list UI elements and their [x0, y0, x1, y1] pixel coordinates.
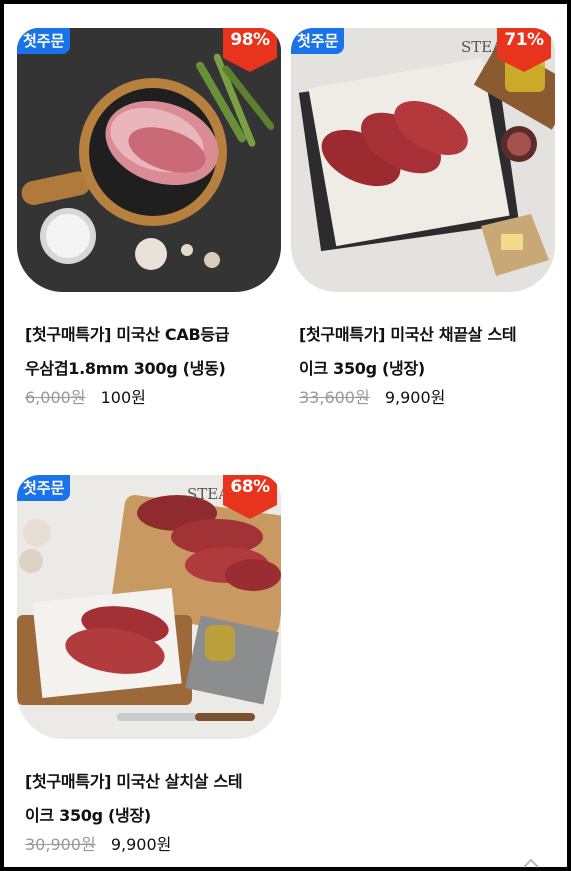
first-order-badge: 첫주문: [17, 28, 71, 54]
product-name-line: [첫구매특가] 미국산 CAB등급: [25, 325, 230, 344]
product-card[interactable]: STEA 첫주문 71% [첫구매특가] 미국산 채끝살 스테 이크 350g …: [291, 28, 555, 410]
product-name-line: 이크 350g (냉장): [299, 359, 425, 378]
product-name-line: [첫구매특가] 미국산 채끝살 스테: [299, 325, 517, 344]
product-name-line: 우삼겹1.8mm 300g (냉동): [25, 359, 226, 378]
first-order-badge: 첫주문: [291, 28, 345, 54]
sale-price: 9,900원: [110, 835, 172, 854]
chevron-up-icon[interactable]: [522, 858, 540, 868]
price-row: 33,600원 9,900원: [291, 386, 555, 410]
discount-rate: 71%: [504, 30, 544, 50]
first-order-badge: 첫주문: [17, 475, 71, 501]
price-row: 30,900원 9,900원: [17, 833, 281, 857]
discount-badge: 98%: [223, 28, 277, 72]
product-name-line: [첫구매특가] 미국산 살치살 스테: [25, 772, 243, 791]
discount-rate: 98%: [230, 30, 270, 50]
product-thumbnail[interactable]: STEA 첫주문 71%: [291, 28, 555, 292]
discount-badge: 68%: [223, 475, 277, 519]
discount-rate: 68%: [230, 477, 270, 497]
product-name[interactable]: [첫구매특가] 미국산 살치살 스테 이크 350g (냉장): [17, 765, 277, 833]
sale-price: 100원: [100, 388, 146, 407]
price-row: 6,000원 100원: [17, 386, 281, 410]
product-thumbnail[interactable]: STEA 첫주문 68%: [17, 475, 281, 739]
product-thumbnail[interactable]: 첫주문 98%: [17, 28, 281, 292]
original-price: 30,900원: [25, 835, 96, 854]
product-name[interactable]: [첫구매특가] 미국산 CAB등급 우삼겹1.8mm 300g (냉동): [17, 318, 277, 386]
product-card[interactable]: 첫주문 98% [첫구매특가] 미국산 CAB등급 우삼겹1.8mm 300g …: [17, 28, 281, 410]
product-card[interactable]: STEA 첫주문 68% [첫구매특가] 미국산 살치살 스테 이크 350g …: [17, 475, 281, 857]
original-price: 33,600원: [299, 388, 370, 407]
product-name-line: 이크 350g (냉장): [25, 806, 151, 825]
original-price: 6,000원: [25, 388, 86, 407]
discount-badge: 71%: [497, 28, 551, 72]
sale-price: 9,900원: [384, 388, 446, 407]
product-name[interactable]: [첫구매특가] 미국산 채끝살 스테 이크 350g (냉장): [291, 318, 551, 386]
